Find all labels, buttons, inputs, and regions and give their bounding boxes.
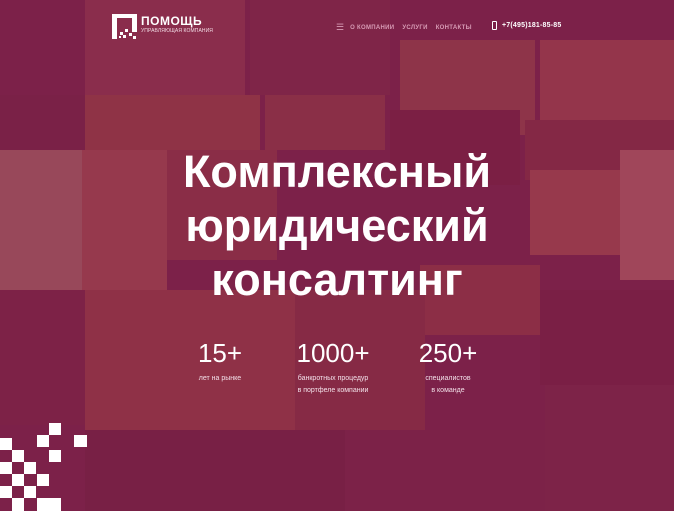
hero-title: Комплексный юридический консалтинг [0, 145, 674, 307]
nav-item-contacts[interactable]: КОНТАКТЫ [436, 25, 472, 31]
site-header: ПОМОЩЬ УПРАВЛЯЮЩАЯ КОМПАНИЯ ☰ О КОМПАНИИ… [0, 0, 674, 56]
pixel-square [49, 450, 61, 462]
pixel-square [12, 498, 24, 511]
hero-title-line: Комплексный [182, 146, 492, 197]
pixel-square [0, 486, 12, 498]
bg-tile [265, 95, 385, 150]
logo[interactable]: ПОМОЩЬ УПРАВЛЯЮЩАЯ КОМПАНИЯ [112, 14, 213, 39]
hero-title-line: консалтинг [211, 254, 463, 305]
hero-title-line: юридический [185, 200, 489, 251]
logo-text: ПОМОЩЬ УПРАВЛЯЮЩАЯ КОМПАНИЯ [141, 14, 213, 35]
logo-mark-icon [112, 14, 137, 39]
pixel-square [0, 462, 12, 474]
stat-label: специалистов в команде [378, 373, 518, 397]
pixel-square [12, 450, 24, 462]
stat-specialists: 250+ специалистов в команде [378, 338, 518, 397]
logo-subtitle: УПРАВЛЯЮЩАЯ КОМПАНИЯ [141, 28, 214, 34]
phone-number[interactable]: +7(495)181-85-85 [502, 22, 561, 29]
logo-name: ПОМОЩЬ [141, 14, 203, 28]
bg-tile [85, 430, 345, 511]
pixel-square [24, 462, 36, 474]
phone-contact[interactable]: +7(495)181-85-85 [492, 21, 561, 30]
pixel-square [74, 435, 87, 447]
stat-value: 250+ [418, 338, 478, 368]
bg-tile [345, 430, 545, 511]
phone-icon [492, 21, 497, 30]
nav-item-services[interactable]: УСЛУГИ [402, 25, 427, 31]
bg-tile [545, 385, 674, 511]
pixel-square [37, 474, 49, 486]
nav-item-about[interactable]: О КОМПАНИИ [350, 25, 394, 31]
main-nav: ☰ О КОМПАНИИ УСЛУГИ КОНТАКТЫ [336, 23, 480, 32]
stat-label-line: в команде [431, 387, 465, 394]
pixel-square [37, 435, 49, 447]
stat-label-line: специалистов [425, 375, 471, 382]
pixel-square [0, 438, 12, 450]
pixel-square [12, 474, 24, 486]
pixel-square [37, 498, 49, 511]
bg-tile [0, 290, 85, 425]
pixel-square [49, 498, 61, 511]
pixel-square [24, 486, 36, 498]
pixel-square [49, 423, 61, 435]
menu-icon[interactable]: ☰ [336, 23, 344, 32]
